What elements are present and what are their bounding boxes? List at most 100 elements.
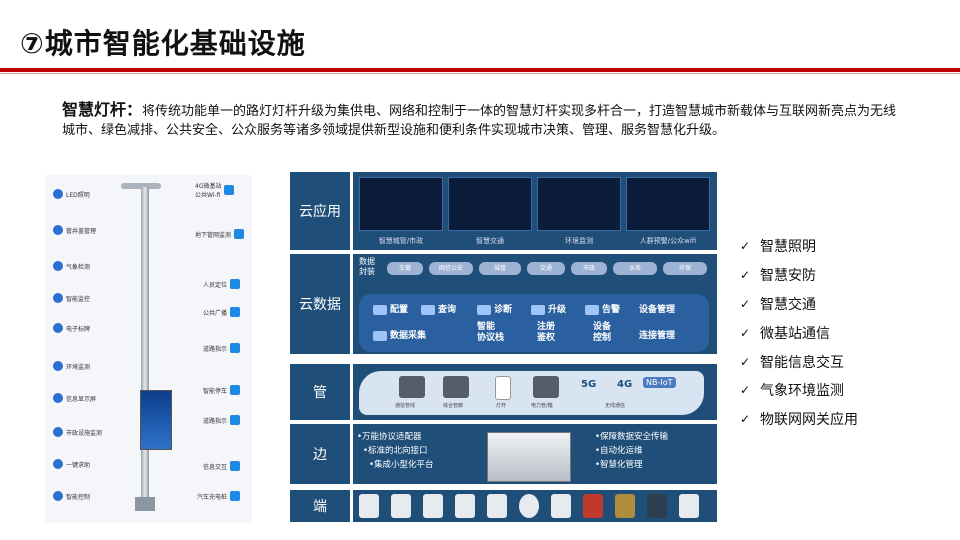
camera-icon <box>53 293 63 303</box>
pole-feature-left: 智能监控 <box>53 293 90 303</box>
alarm-device-icon <box>583 494 603 518</box>
pole-feature-right: 道路指示 <box>203 343 241 353</box>
pole-feature-right: 信息交互 <box>203 461 241 471</box>
facility-icon <box>53 427 63 437</box>
4g-icon: 4G <box>617 379 633 390</box>
edge-gateway-image <box>487 432 571 482</box>
box-device-icon <box>615 494 635 518</box>
utility-tunnel-image <box>443 376 469 398</box>
edge-feature: •自动化运维 <box>595 446 643 456</box>
data-pack-label: 数据 封装 <box>359 257 375 276</box>
sos-icon <box>53 459 63 469</box>
pole-feature-right: 汽车充电桩 <box>197 491 241 501</box>
5g-icon: 5G <box>581 379 597 390</box>
pipe-network-icon <box>234 229 245 239</box>
pole-feature-left: LED照明 <box>53 189 90 199</box>
list-item: ✓ 微基站通信 <box>740 325 830 342</box>
service-config: 配置 <box>373 302 408 315</box>
edge-row: •万能协议适配器 •标准的北向接口 •集成小型化平台 •保障数据安全传输 •自动… <box>353 424 717 484</box>
pole-feature-left: 信息显示屏 <box>53 393 96 403</box>
wifi-icon <box>224 185 235 195</box>
location-icon <box>230 279 241 289</box>
check-icon: ✓ <box>740 268 751 283</box>
alarm-icon <box>585 304 599 315</box>
control-icon <box>53 491 63 501</box>
smart-pole-illustration: LED照明 管井盖管理 气象检测 智能监控 电子标牌 环境监测 信息显示屏 市政… <box>45 175 252 523</box>
feature-checklist: ✓ 智慧照明 ✓ 智慧安防 ✓ 智慧交通 ✓ 微基站通信 ✓ 智能信息交互 ✓ 气象环境监测… <box>740 232 858 434</box>
data-pack-pill: 水务 <box>613 262 657 275</box>
list-item: ✓ 智慧安防 <box>740 268 816 285</box>
page-title: ⑦城市智能化基础设施 <box>20 27 306 60</box>
detector-device-icon <box>455 494 475 518</box>
service-connection-mgmt: 连接管理 <box>639 331 676 341</box>
check-icon: ✓ <box>740 383 751 398</box>
weather-device-icon <box>487 494 507 518</box>
direction-icon <box>230 415 241 425</box>
service-query: 查询 <box>421 302 456 315</box>
manhole-icon <box>53 225 63 235</box>
title-underline-thin <box>0 73 960 74</box>
data-pack-pill: 环保 <box>663 262 707 275</box>
edge-feature: •标准的北向接口 <box>363 446 428 456</box>
row-label-end: 端 <box>290 490 350 522</box>
service-diagnose: 诊断 <box>477 302 512 315</box>
list-item: ✓ 物联网网关应用 <box>740 412 858 429</box>
pole-display-screen <box>140 390 172 450</box>
data-pack-pill: 市政 <box>571 262 607 275</box>
power-box-image <box>533 376 559 398</box>
pole-feature-left: 管井盖管理 <box>53 225 96 235</box>
title-underline <box>0 68 960 72</box>
check-icon: ✓ <box>740 296 751 311</box>
upgrade-icon <box>531 304 545 315</box>
list-item: ✓ 智能信息交互 <box>740 354 844 371</box>
query-icon <box>421 304 435 315</box>
check-icon: ✓ <box>740 412 751 427</box>
pole-feature-right: 公共广播 <box>203 307 241 317</box>
pole-shaft <box>141 187 149 509</box>
sensor-device-icon <box>391 494 411 518</box>
pole-feature-right: 4G微基站 公共Wi-fi <box>195 181 235 199</box>
data-pack-pill: 网信公安 <box>429 262 473 275</box>
meter-device-icon <box>551 494 571 518</box>
pole-feature-right: 地下管网监测 <box>195 229 245 239</box>
pole-feature-left: 环境监测 <box>53 361 90 371</box>
app-tile: 环境监测 <box>537 177 621 245</box>
valve-device-icon <box>679 494 699 518</box>
check-icon: ✓ <box>740 325 751 340</box>
app-tile: 人群预警/公众wifi <box>626 177 710 245</box>
led-icon <box>53 189 63 199</box>
edge-feature: •智慧化管理 <box>595 460 643 470</box>
list-item: ✓ 智慧照明 <box>740 239 816 256</box>
conduit-image <box>399 376 425 398</box>
app-tile: 智慧交通 <box>448 177 532 245</box>
camera-device-icon <box>359 494 379 518</box>
folder-icon <box>373 304 387 315</box>
collect-icon <box>373 330 387 341</box>
service-data-collect: 数据采集 <box>373 328 426 341</box>
service-register-auth: 注册 鉴权 <box>537 322 556 343</box>
cloud-data-services: 配置 查询 诊断 升级 告警 设备管理 数据采集 智能 协议栈 注册 鉴权 设备… <box>359 294 709 352</box>
pole-feature-left: 市政设施监测 <box>53 427 102 437</box>
row-label-edge: 边 <box>290 424 350 484</box>
info-icon <box>230 461 241 471</box>
edge-feature: •集成小型化平台 <box>369 460 434 470</box>
app-tile: 智慧城管/市政 <box>359 177 443 245</box>
direction-icon <box>230 343 241 353</box>
pole-feature-right: 人员定位 <box>203 279 241 289</box>
end-devices-row <box>353 490 717 522</box>
cloud-app-row: 智慧城管/市政 智慧交通 环境监测 人群预警/公众wifi <box>353 172 717 250</box>
pole-feature-left: 一键求助 <box>53 459 90 469</box>
row-label-cloud-app: 云应用 <box>290 172 350 250</box>
pole-feature-right: 智能停车 <box>203 385 241 395</box>
speaker-device-icon <box>519 494 539 518</box>
pole-image <box>495 376 511 400</box>
intro-text: 将传统功能单一的路灯灯杆升级为集供电、网络和控制于一体的智慧灯杆实现多杆合一，打… <box>62 104 897 138</box>
edge-feature: •保障数据安全传输 <box>595 432 669 442</box>
speaker-icon <box>230 307 241 317</box>
pole-feature-left: 智能控制 <box>53 491 90 501</box>
check-icon: ✓ <box>740 239 751 254</box>
diagnose-icon <box>477 304 491 315</box>
environment-icon <box>53 361 63 371</box>
pole-feature-left: 电子标牌 <box>53 323 90 333</box>
pole-base <box>135 497 155 511</box>
